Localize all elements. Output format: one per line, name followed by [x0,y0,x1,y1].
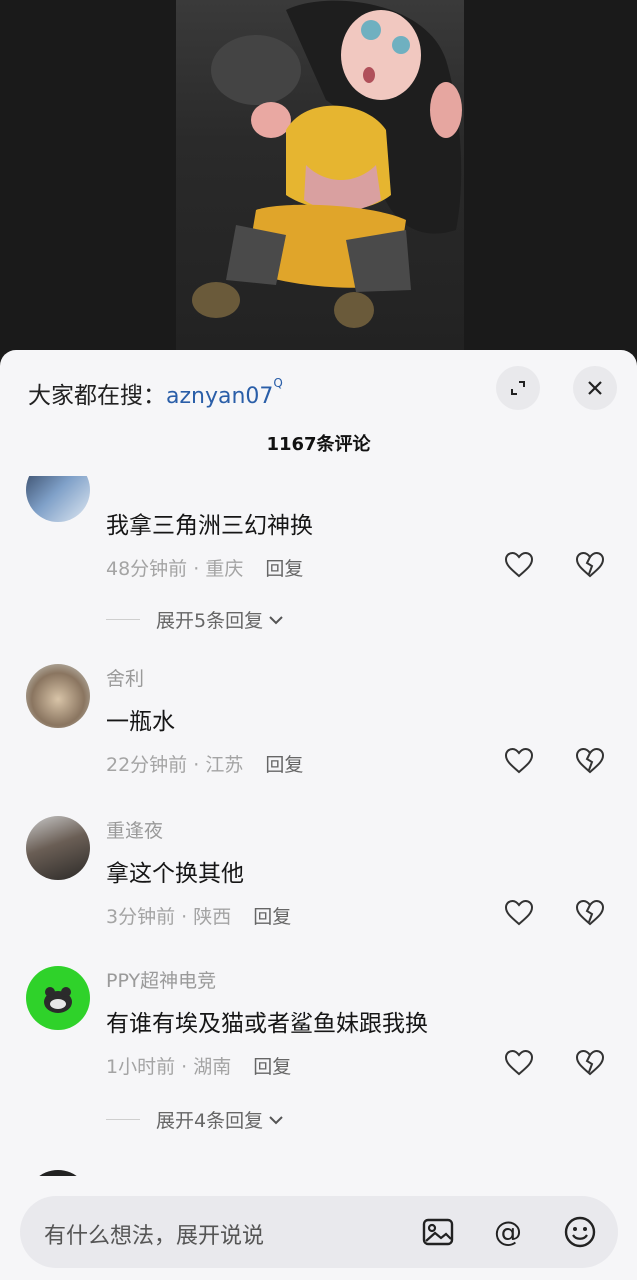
dislike-icon[interactable] [575,746,605,776]
search-prefix: 大家都在搜： [28,383,166,409]
comment-content[interactable]: 有谁有埃及猫或者鲨鱼妹跟我换 [106,1004,428,1038]
image-icon[interactable] [420,1214,456,1250]
comment-username[interactable]: 舍利 [106,664,144,691]
comment-time: 3分钟前 [106,906,176,928]
avatar[interactable] [26,816,90,880]
comment-meta: 22分钟前 · 江苏 回复 [106,754,304,776]
avatar[interactable] [26,664,90,728]
like-icon[interactable] [504,898,534,928]
close-button[interactable] [573,366,617,410]
reply-button[interactable]: 回复 [253,906,291,928]
comment-location: 陕西 [193,906,232,928]
comment-location: 江苏 [205,754,244,776]
divider [106,619,140,620]
comment-input[interactable]: 有什么想法，展开说说 [44,1218,264,1250]
comment-location: 重庆 [205,558,244,580]
comment-username[interactable]: 重逢夜 [106,816,163,843]
dislike-icon[interactable] [575,898,605,928]
avatar[interactable] [26,1170,90,1176]
comment-meta: 3分钟前 · 陕西 回复 [106,906,292,928]
expand-replies[interactable]: 展开4条回复 [106,1106,285,1133]
reply-button[interactable]: 回复 [265,754,303,776]
emoji-icon[interactable] [562,1214,598,1250]
comment-content[interactable]: 我拿三角洲三幻神换 [106,506,313,540]
comment-time: 48分钟前 [106,558,188,580]
like-icon[interactable] [504,550,534,580]
avatar[interactable] [26,966,90,1030]
search-suggestion[interactable]: 大家都在搜：aznyan07Q [28,376,283,410]
comment-username[interactable]: PPY超神电竞 [106,966,216,993]
comment-meta: 48分钟前 · 重庆 回复 [106,558,304,580]
comment-time: 22分钟前 [106,754,188,776]
comment-count: 1167条评论 [266,434,371,455]
video-frame [176,0,464,352]
search-term[interactable]: aznyan07 [166,384,273,409]
avatar[interactable] [26,476,90,522]
search-icon: Q [273,376,283,390]
divider [106,1119,140,1120]
comment-meta: 1小时前 · 湖南 回复 [106,1056,292,1078]
chevron-down-icon [269,1115,283,1124]
expand-icon [511,381,525,395]
comment-content[interactable]: 拿这个换其他 [106,854,244,888]
character-figure [192,0,462,328]
reply-button[interactable]: 回复 [253,1056,291,1078]
expand-replies[interactable]: 展开5条回复 [106,606,285,633]
at-icon[interactable]: @ [490,1214,526,1250]
avatar-creature [44,987,72,1013]
comment-location: 湖南 [193,1056,232,1078]
like-icon[interactable] [504,746,534,776]
comment-input-bar[interactable]: 有什么想法，展开说说 @ [20,1196,618,1268]
expand-replies-label: 展开4条回复 [156,1110,264,1132]
comment-time: 1小时前 [106,1056,176,1078]
comment-content[interactable]: 一瓶水 [106,702,175,736]
expand-replies-label: 展开5条回复 [156,610,264,632]
video-player[interactable] [0,0,637,352]
reply-button[interactable]: 回复 [265,558,303,580]
dislike-icon[interactable] [575,550,605,580]
expand-button[interactable] [496,366,540,410]
dislike-icon[interactable] [575,1048,605,1078]
close-icon [588,381,602,395]
svg-text:@: @ [494,1215,522,1248]
comment-list: 我拿三角洲三幻神换 48分钟前 · 重庆 回复 展开5条回复 舍利 一瓶水 22… [0,476,637,1176]
chevron-down-icon [269,615,283,624]
comment-sheet: 大家都在搜：aznyan07Q 1167条评论 我拿三角洲三幻神换 48分钟前 … [0,350,637,1280]
like-icon[interactable] [504,1048,534,1078]
